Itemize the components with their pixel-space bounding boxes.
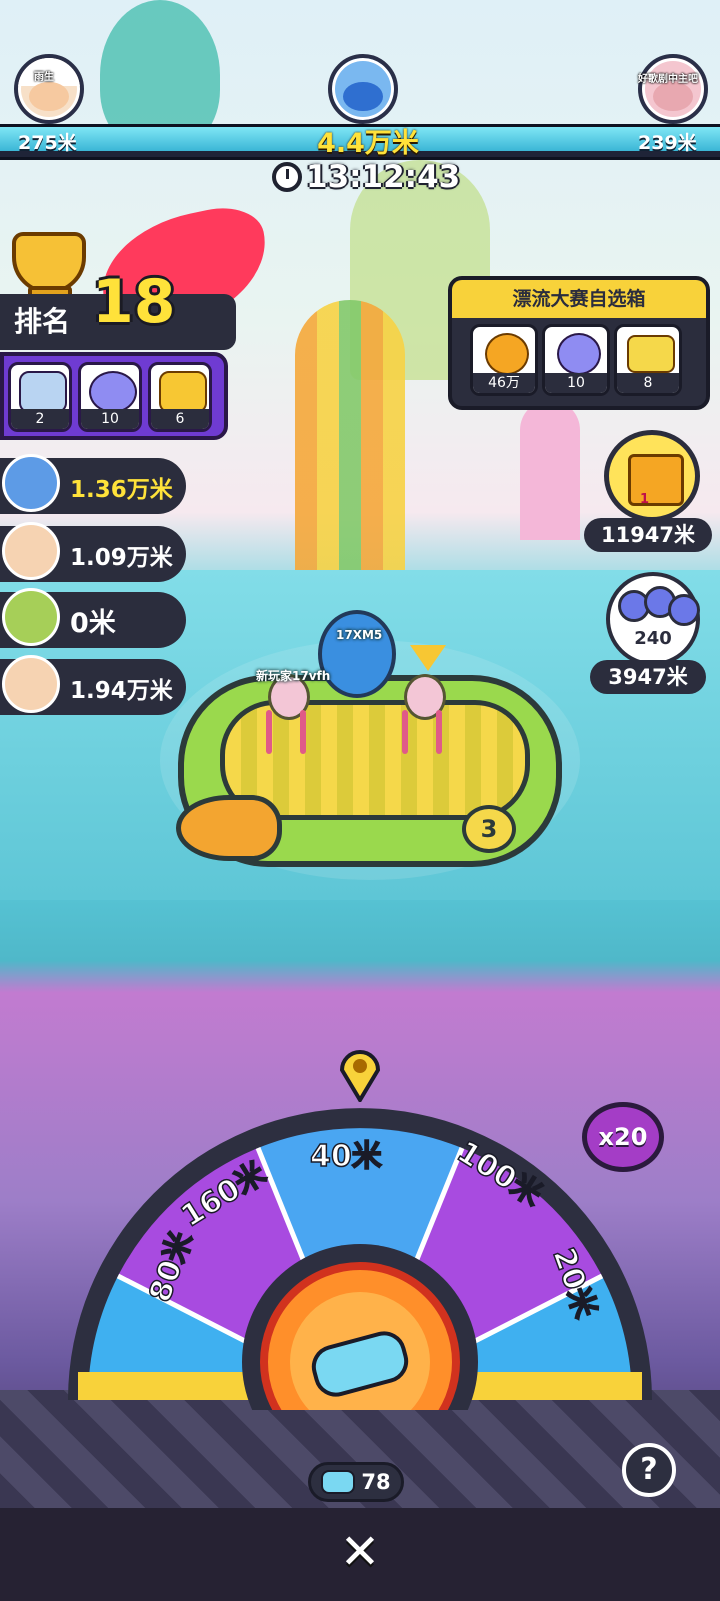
multiplier-button[interactable]: x20: [582, 1102, 664, 1172]
gold-coins-icon: [485, 333, 529, 375]
ticket-balance: 78: [308, 1462, 404, 1502]
leaderboard-distance: 1.94万米: [70, 678, 173, 704]
wheel-pointer-icon: [339, 1050, 381, 1102]
right-player-name: 好歌剧中主吧: [638, 74, 698, 85]
rank-reward-item[interactable]: 10: [78, 362, 142, 432]
leaderboard-distance: 1.09万米: [70, 545, 173, 571]
chest-item[interactable]: 8: [614, 324, 682, 396]
stopwatch-icon: [272, 162, 302, 192]
rainbow-arch-decoration: [295, 300, 405, 590]
character-leg: [266, 710, 272, 754]
player-character-mantis-self[interactable]: [382, 664, 462, 754]
left-player-avatar[interactable]: [14, 54, 84, 124]
left-player-name: 雨生: [34, 72, 54, 83]
help-button[interactable]: ?: [622, 1443, 676, 1497]
rank-reward-item[interactable]: 6: [148, 362, 212, 432]
rank-rewards-panel[interactable]: 2 10 6: [0, 352, 228, 440]
cat-capsule-icon: [557, 333, 601, 375]
race-timer: 13:12:43: [272, 158, 460, 196]
leaderboard-distance: 0米: [70, 608, 116, 639]
leaderboard-row[interactable]: 1.94万米: [0, 655, 186, 715]
bubble-icon: [668, 594, 700, 626]
right-player-distance: 239米: [638, 132, 697, 154]
gift-box-icon: [628, 454, 684, 506]
chest-item-count: 46万: [473, 373, 535, 393]
rank-number: 18: [92, 267, 176, 337]
gold-ticket-icon: [159, 371, 207, 413]
reward-count: 10: [81, 409, 139, 429]
chest-item[interactable]: 46万: [470, 324, 538, 396]
player-character-blue-cat[interactable]: [318, 610, 396, 698]
leaderboard-avatar: [2, 522, 60, 580]
total-distance: 4.4万米: [317, 128, 419, 159]
reward-count: 6: [151, 409, 209, 429]
self-marker-arrow-icon: [410, 645, 446, 671]
chest-item-count: 10: [545, 373, 607, 393]
raft-bow-cap: [176, 795, 282, 861]
character-leg: [300, 710, 306, 754]
ticket-icon: [321, 1470, 356, 1494]
leaderboard-avatar: [2, 655, 60, 713]
player-name-tag: 17XM5: [336, 628, 383, 642]
gift-badge: 1: [640, 492, 650, 507]
timer-text: 13:12:43: [306, 159, 461, 195]
boat-number: 3: [462, 805, 516, 853]
close-icon[interactable]: ✕: [338, 1528, 382, 1576]
character-leg: [402, 710, 408, 754]
leaderboard-row[interactable]: 0米: [0, 588, 186, 648]
chest-item-count: 8: [617, 373, 679, 393]
player-name-tag: 新玩家17vfh: [256, 669, 331, 683]
chest-item[interactable]: 10: [542, 324, 610, 396]
avatar-face: [653, 81, 693, 112]
cat-capsule-icon: [89, 371, 137, 413]
gift-distance: 11947米: [584, 518, 712, 552]
self-avatar[interactable]: [328, 54, 398, 124]
reward-count: 2: [11, 409, 69, 429]
spin-wheel[interactable]: 80米 160米 40米 100米 20米: [58, 1060, 662, 1410]
treasure-chest-icon: [627, 335, 675, 373]
rank-label: 排名: [14, 305, 71, 338]
chest-title: 漂流大赛自选箱: [452, 280, 706, 318]
right-player-avatar[interactable]: [638, 54, 708, 124]
character-leg: [436, 710, 442, 754]
avatar-face: [343, 81, 383, 112]
leaderboard-avatar: [2, 454, 60, 512]
leaderboard-distance: 1.36万米: [70, 477, 173, 503]
leaderboard-row[interactable]: 1.09万米: [0, 522, 186, 582]
bubble-distance: 3947米: [590, 660, 706, 694]
bubble-count: 240: [634, 628, 672, 649]
ticket-count: 78: [361, 1470, 391, 1494]
pink-arch-decoration: [520, 400, 580, 540]
leaderboard-avatar: [2, 588, 60, 646]
rank-reward-item[interactable]: 2: [8, 362, 72, 432]
trophy-cup: [12, 232, 86, 294]
left-player-distance: 275米: [18, 132, 77, 154]
leaderboard-row[interactable]: 1.36万米: [0, 454, 186, 514]
mystery-box-icon: [19, 371, 67, 413]
avatar-face: [29, 81, 69, 112]
wheel-label: 40米: [310, 1139, 382, 1174]
